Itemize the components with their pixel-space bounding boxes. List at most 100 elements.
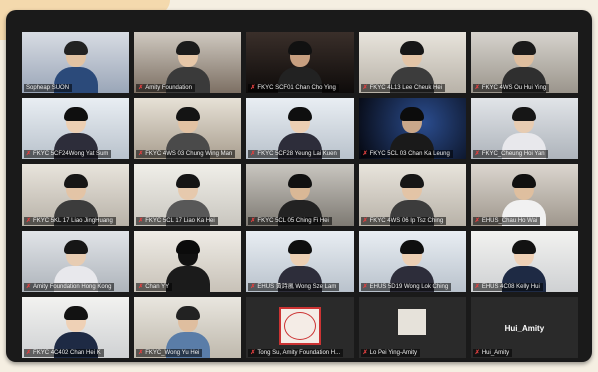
participant-tile[interactable]: ✗ EHUS 4C08 Kelly Hui: [470, 230, 578, 292]
participant-name-text: FKYC_Wong Yu Hei: [145, 350, 200, 356]
participant-name-label: ✗ FKYC_Cheung Hoi Yan: [472, 150, 548, 159]
participant-tile[interactable]: ✗ EHUS_Chau Ho Wai: [470, 164, 578, 226]
participant-tile[interactable]: ✗ FKYC 5CL 05 Ching Fi Hei: [246, 164, 354, 226]
participant-name-text: FKYC 5CL 05 Ching Fi Hei: [257, 217, 329, 224]
participant-tile[interactable]: ✗ FKYC 5CL 17 Liao Ka Hei: [134, 164, 242, 226]
participant-name-label: ✗ Amity Foundation Hong Kong: [24, 282, 115, 291]
mic-muted-icon: ✗: [474, 85, 480, 92]
participant-name-label: ✗ EHUS_Chau Ho Wai: [472, 216, 541, 225]
profile-picture: [398, 308, 427, 335]
participant-name-text: Amity Foundation: [145, 85, 192, 92]
participant-tile[interactable]: ✗ FKYC_Wong Yu Hei: [134, 296, 242, 358]
participant-name-text: FKYC 4L13 Lee Cheuk Hei: [369, 85, 442, 92]
participant-tile[interactable]: ✗ FKYC SCF01 Chan Cho Ying: [246, 32, 354, 94]
mic-muted-icon: ✗: [250, 350, 256, 356]
participant-name-label: ✗ FKYC 5CF24Wong Yat Sum: [24, 150, 112, 159]
mic-muted-icon: ✗: [250, 85, 256, 92]
participant-name-text: FKYC 4WS 03 Chung Wing Man: [145, 151, 233, 158]
participant-name-label: ✗ FKYC 5CL 17 Liao Ka Hei: [136, 216, 218, 225]
participant-name-text: EHUS 黃詩嵐 Wong Sze Lam: [257, 283, 337, 290]
participant-name-label: ✗ Amity Foundation: [136, 84, 195, 93]
participant-tile[interactable]: ✗ Amity Foundation: [134, 32, 242, 94]
participant-name-label: ✗ FKYC 4L13 Lee Cheuk Hei: [360, 84, 445, 93]
participant-name-text: FKYC 4WS Ou Hui Ying: [481, 85, 547, 92]
mic-muted-icon: ✗: [474, 350, 480, 356]
mic-muted-icon: ✗: [474, 151, 480, 158]
participant-name-label: ✗ FKYC 4WS 03 Chung Wing Man: [136, 150, 236, 159]
seal-logo: [278, 306, 321, 345]
mic-muted-icon: ✗: [474, 283, 480, 290]
mic-muted-icon: ✗: [362, 283, 368, 290]
participant-tile[interactable]: ✗ EHUS 黃詩嵐 Wong Sze Lam: [246, 230, 354, 292]
participant-tile[interactable]: ✗ Lo Pei Ying-Amity: [358, 296, 466, 358]
participant-name-text: EHUS 5D19 Wong Lok Ching: [369, 283, 449, 290]
mic-muted-icon: ✗: [250, 151, 256, 158]
mic-muted-icon: ✗: [26, 151, 32, 158]
participant-name-label: ✗ FKYC 5CL 05 Ching Fi Hei: [248, 216, 332, 225]
participant-tile[interactable]: ✗ FKYC_Cheung Hoi Yan: [470, 98, 578, 160]
mic-muted-icon: ✗: [362, 151, 368, 158]
participant-tile[interactable]: Hui_Amity ✗ Hui_Amity: [470, 296, 578, 358]
participant-tile[interactable]: ✗ FKYC 4WS 03 Chung Wing Man: [134, 98, 242, 160]
participant-tile[interactable]: ✗ FKYC 4WS Ou Hui Ying: [470, 32, 578, 94]
mic-muted-icon: ✗: [362, 217, 368, 224]
mic-muted-icon: ✗: [362, 350, 368, 356]
mic-muted-icon: ✗: [250, 283, 256, 290]
participant-name-label: ✗ EHUS 5D19 Wong Lok Ching: [360, 282, 452, 291]
participant-name-label: ✗ FKYC 4C402 Chan Hei K: [24, 349, 104, 357]
participant-tile[interactable]: ✗ FKYC 4C402 Chan Hei K: [22, 296, 130, 358]
video-conference-window: Sopheap SUON ✗ Amity Foundation ✗ FKYC SCF01…: [6, 10, 592, 362]
participant-name-label: ✗ FKYC 4WS Ou Hui Ying: [472, 84, 550, 93]
mic-muted-icon: ✗: [138, 283, 144, 290]
mic-muted-icon: ✗: [138, 85, 144, 92]
participant-figure: [165, 239, 210, 292]
participant-name-text: FKYC 4C402 Chan Hei K: [33, 350, 101, 356]
participant-name-text: FKYC SCF01 Chan Cho Ying: [257, 85, 336, 92]
participant-name-label: ✗ FKYC 5CF28 Yeung Lai Kuen: [248, 150, 340, 159]
participant-tile[interactable]: ✗ FKYC 5KL 17 Liao JingHuang: [22, 164, 130, 226]
participant-name-text: FKYC_Cheung Hoi Yan: [481, 151, 545, 158]
participant-name-text: FKYC 4WS 06 Ip Tsz Ching: [369, 217, 444, 224]
participant-tile[interactable]: ✗ FKYC 5CF24Wong Yat Sum: [22, 98, 130, 160]
mic-muted-icon: ✗: [138, 350, 144, 356]
mic-muted-icon: ✗: [474, 217, 480, 224]
participant-name-label: ✗ FKYC 5CL 03 Chan Ka Leung: [360, 150, 453, 159]
participant-name-text: Chan YY: [145, 283, 170, 290]
participant-name-text: EHUS_Chau Ho Wai: [481, 217, 538, 224]
participant-name-label: ✗ FKYC 5KL 17 Liao JingHuang: [24, 216, 116, 225]
participant-name-label: ✗ EHUS 4C08 Kelly Hui: [472, 282, 543, 291]
participant-name-text: FKYC 5KL 17 Liao JingHuang: [33, 217, 113, 224]
participant-tile[interactable]: ✗ Amity Foundation Hong Kong: [22, 230, 130, 292]
participant-tile[interactable]: ✗ FKYC 5CF28 Yeung Lai Kuen: [246, 98, 354, 160]
participant-name-label: ✗ FKYC_Wong Yu Hei: [136, 349, 203, 357]
mic-muted-icon: ✗: [138, 151, 144, 158]
participant-tile[interactable]: ✗ FKYC 5CL 03 Chan Ka Leung: [358, 98, 466, 160]
participant-name-label: ✗ Hui_Amity: [472, 349, 513, 357]
participant-name-text: Amity Foundation Hong Kong: [33, 283, 112, 290]
participant-name-text: Sopheap SUON: [26, 85, 70, 92]
participant-tile[interactable]: ✗ Tong Su, Amity Foundation H...: [246, 296, 354, 358]
participant-name-text: FKYC 5CF24Wong Yat Sum: [33, 151, 109, 158]
mic-muted-icon: ✗: [250, 217, 256, 224]
participant-display-name: Hui_Amity: [504, 323, 545, 333]
participant-name-label: ✗ Tong Su, Amity Foundation H...: [248, 349, 344, 357]
participant-name-text: FKYC 5CF28 Yeung Lai Kuen: [257, 151, 337, 158]
participant-tile[interactable]: ✗ FKYC 4L13 Lee Cheuk Hei: [358, 32, 466, 94]
participant-name-text: Tong Su, Amity Foundation H...: [257, 350, 341, 356]
mic-muted-icon: ✗: [362, 85, 368, 92]
participant-grid: Sopheap SUON ✗ Amity Foundation ✗ FKYC SCF01…: [22, 32, 578, 358]
participant-name-text: Lo Pei Ying-Amity: [369, 350, 417, 356]
participant-name-text: EHUS 4C08 Kelly Hui: [481, 283, 540, 290]
mic-muted-icon: ✗: [26, 217, 32, 224]
participant-name-text: FKYC 5CL 17 Liao Ka Hei: [145, 217, 215, 224]
participant-name-label: ✗ FKYC SCF01 Chan Cho Ying: [248, 84, 339, 93]
participant-tile[interactable]: Sopheap SUON: [22, 32, 130, 94]
participant-tile[interactable]: ✗ Chan YY: [134, 230, 242, 292]
participant-name-label: ✗ Lo Pei Ying-Amity: [360, 349, 420, 357]
participant-name-text: Hui_Amity: [481, 350, 510, 356]
mic-muted-icon: ✗: [26, 283, 32, 290]
participant-tile[interactable]: ✗ EHUS 5D19 Wong Lok Ching: [358, 230, 466, 292]
mic-muted-icon: ✗: [26, 350, 32, 356]
participant-tile[interactable]: ✗ FKYC 4WS 06 Ip Tsz Ching: [358, 164, 466, 226]
mic-muted-icon: ✗: [138, 217, 144, 224]
